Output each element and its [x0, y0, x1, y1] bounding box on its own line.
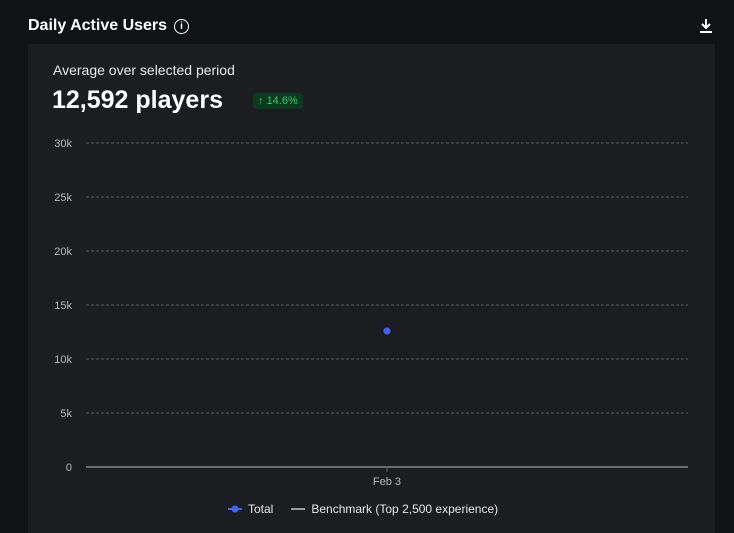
y-tick-label: 30k	[54, 138, 72, 150]
legend: Total Benchmark (Top 2,500 experience)	[228, 502, 498, 516]
legend-benchmark[interactable]: Benchmark (Top 2,500 experience)	[311, 502, 498, 516]
x-tick-label: Feb 3	[373, 476, 401, 488]
chart-plot: 0 5k 10k 15k 20k 25k 30k Feb 3	[54, 138, 688, 488]
legend-benchmark-marker	[291, 508, 306, 510]
y-tick-label: 5k	[60, 408, 72, 420]
legend-total[interactable]: Total	[248, 502, 273, 516]
y-tick-label: 15k	[54, 300, 72, 312]
data-point-total	[383, 327, 391, 335]
y-tick-label: 20k	[54, 246, 72, 258]
legend-total-marker	[228, 505, 242, 513]
y-tick-label: 10k	[54, 354, 72, 366]
y-tick-label: 25k	[54, 192, 72, 204]
y-tick-label: 0	[66, 462, 72, 474]
